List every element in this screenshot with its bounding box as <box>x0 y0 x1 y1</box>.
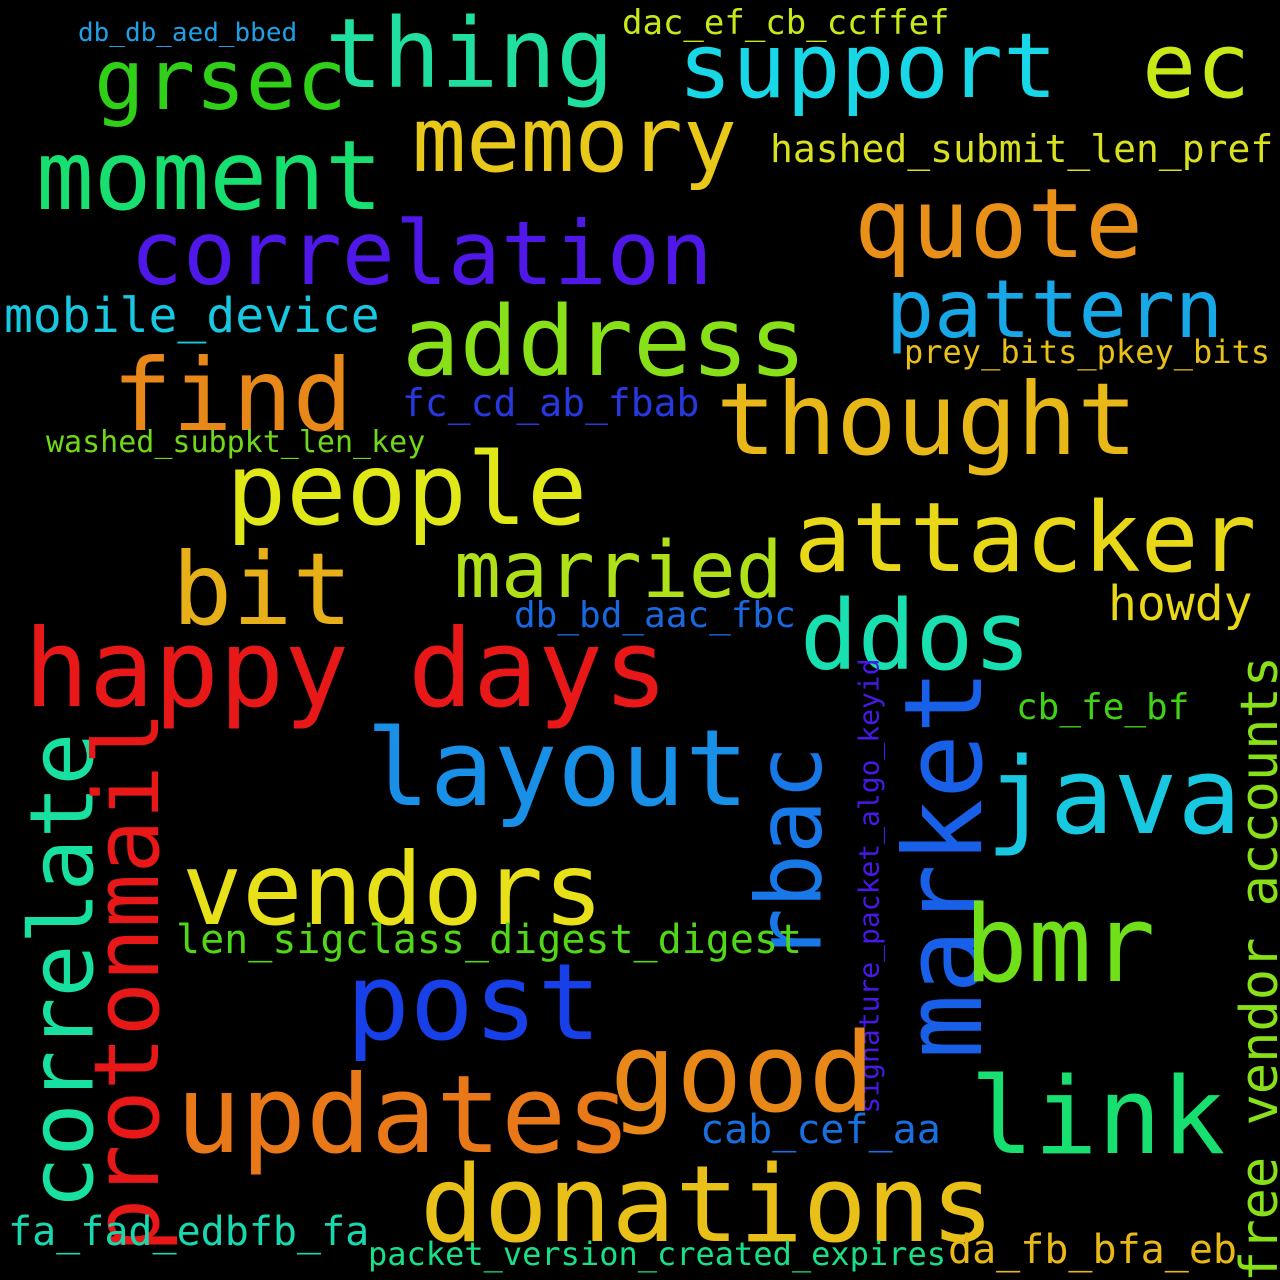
word: hashed_submit_len_pref <box>770 127 1274 171</box>
word: java <box>986 735 1242 858</box>
word-cloud: db_db_aed_bbed thing support ec dac_ef_c… <box>0 0 1280 1280</box>
word: protonmail <box>74 711 180 1253</box>
word: da_fb_bfa_eb <box>948 1227 1237 1273</box>
word: correlation <box>130 202 713 305</box>
word: cb_fe_bf <box>1016 687 1190 728</box>
word: thought <box>716 361 1138 478</box>
word: quote <box>854 168 1143 280</box>
word: grsec <box>94 31 347 129</box>
word: layout <box>366 707 749 830</box>
word: howdy <box>1108 576 1253 632</box>
word: link <box>970 1055 1226 1178</box>
word: fa_fad_edbfb_fa <box>8 1209 370 1255</box>
word: memory <box>412 88 738 193</box>
word: mobile_device <box>4 288 380 344</box>
word: free_vendor_accounts <box>1230 655 1280 1280</box>
word: packet_version_created_expires <box>368 1235 946 1273</box>
word: dac_ef_cb_ccffef <box>622 3 950 43</box>
word: post <box>346 941 602 1064</box>
word: attacker <box>794 482 1257 594</box>
word: happy <box>24 607 350 732</box>
word: ec <box>1142 14 1251 119</box>
word: bmr <box>964 883 1156 1006</box>
word: people <box>226 431 588 548</box>
word: fc_cd_ab_fbab <box>402 381 700 425</box>
